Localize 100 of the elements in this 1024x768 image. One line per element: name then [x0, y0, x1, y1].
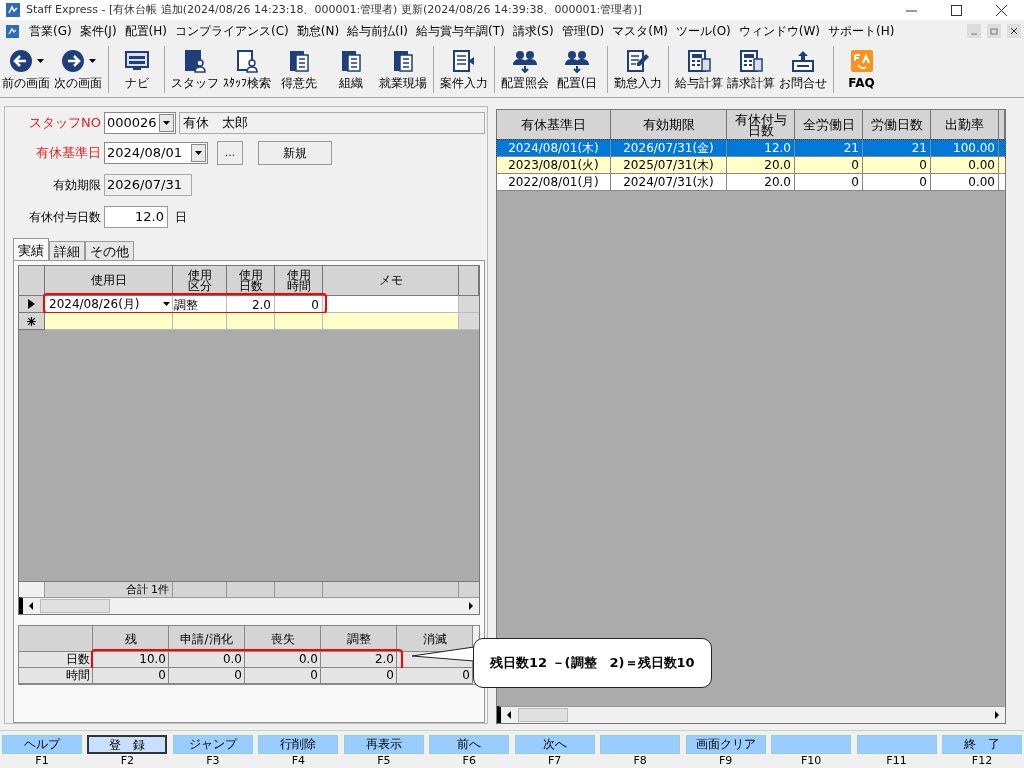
- menu-item[interactable]: 給与賞与年調(T): [411, 22, 509, 40]
- document-arrow-icon: [452, 48, 476, 73]
- unit-label: 日: [175, 209, 187, 226]
- menu-item[interactable]: 管理(D): [557, 22, 609, 40]
- toolbar-button[interactable]: 得意先: [273, 46, 325, 93]
- new-button[interactable]: 新規: [258, 141, 332, 165]
- close-button[interactable]: [996, 4, 1007, 16]
- row-header: 日数: [19, 652, 93, 668]
- toolbar-button[interactable]: 請求計算: [725, 46, 777, 93]
- document-icon: [6, 24, 19, 38]
- menu-item[interactable]: 勤怠(N): [292, 22, 344, 40]
- function-key-button[interactable]: 行削除: [258, 735, 339, 754]
- toolbar-button[interactable]: 給与計算: [668, 46, 725, 93]
- restore-button[interactable]: [987, 24, 1001, 38]
- window-title: Staff Express - [有休台帳 追加(2024/08/26 14:23:18、000001:管理者) 更新(2024/08/26 14:39:38、000001:管理者)]: [26, 1, 642, 18]
- menu-item[interactable]: サポート(H): [824, 22, 899, 40]
- staff-number-select[interactable]: 000026: [104, 112, 176, 134]
- menu-item[interactable]: ツール(O): [672, 22, 735, 40]
- function-key-button[interactable]: 画面クリア: [685, 735, 766, 754]
- row-selector[interactable]: [19, 296, 45, 313]
- toolbar-button[interactable]: 前の画面: [0, 46, 52, 93]
- function-key-button[interactable]: 再表示: [343, 735, 424, 754]
- toolbar-button[interactable]: 就業現場: [377, 46, 429, 93]
- toolbar-button[interactable]: 配置照会: [494, 46, 551, 93]
- table-cell: 0: [795, 174, 863, 191]
- calculator-icon: [687, 48, 711, 73]
- key-label: F9: [718, 754, 733, 768]
- base-date-select[interactable]: 2024/08/01: [104, 142, 208, 164]
- toolbar-button[interactable]: お問合せ: [777, 46, 829, 93]
- footer-cell: [19, 582, 45, 597]
- field-label: スタッフNO: [28, 114, 101, 133]
- menu-item[interactable]: コンプライアンス(C): [170, 22, 293, 40]
- menu-item[interactable]: ウィンドウ(W): [734, 22, 825, 40]
- row-selector[interactable]: [19, 313, 45, 330]
- table-cell: [275, 313, 323, 330]
- menu-item[interactable]: マスタ(M): [608, 22, 672, 40]
- new-row-icon: [27, 316, 36, 326]
- function-key-button[interactable]: ジャンプ: [172, 735, 253, 754]
- menu-item[interactable]: 案件(J): [75, 22, 121, 40]
- table-row[interactable]: 2022/08/01(月) 2024/07/31(水) 20.0 0 0 0.00: [497, 174, 1005, 191]
- column-header: 有休基準日: [497, 110, 611, 140]
- caret-icon: [163, 121, 170, 125]
- toolbar-button[interactable]: 配置(日: [551, 46, 603, 93]
- menu-item[interactable]: 請求(S): [508, 22, 558, 40]
- table-cell: 0: [245, 668, 321, 684]
- caret-icon: [163, 302, 170, 306]
- toolbar-button[interactable]: ｽﾀｯﾌ検索: [221, 46, 273, 93]
- dropdown-button[interactable]: [159, 114, 174, 132]
- horizontal-scrollbar[interactable]: [19, 597, 479, 614]
- browse-button[interactable]: ...: [217, 141, 243, 165]
- column-header: 使用日数: [227, 266, 275, 296]
- toolbar-button[interactable]: 組織: [325, 46, 377, 93]
- table-row[interactable]: 2023/08/01(火) 2025/07/31(木) 20.0 0 0 0.00: [497, 157, 1005, 174]
- table-cell: 0: [321, 668, 397, 684]
- staff-name-field: 有休 太郎: [179, 112, 485, 134]
- column-header: 申請/消化: [169, 626, 245, 652]
- date-cell[interactable]: [45, 313, 173, 330]
- faq-icon: [849, 48, 874, 73]
- table-cell: 0: [93, 668, 169, 684]
- toolbar-button[interactable]: 案件入力: [433, 46, 490, 93]
- table-cell: 0: [169, 668, 245, 684]
- table-cell: 2.0: [321, 652, 397, 668]
- table-cell: 0.0: [245, 652, 321, 668]
- field-label: 有効期限: [52, 177, 101, 194]
- table-cell: 0.00: [931, 174, 999, 191]
- function-key-button[interactable]: 次へ: [514, 735, 595, 754]
- table-cell: 0: [397, 668, 473, 684]
- tab[interactable]: 詳細: [49, 241, 85, 260]
- function-key-button[interactable]: 登 録: [87, 735, 168, 754]
- scrollbar-thumb[interactable]: [518, 708, 568, 722]
- menu-item[interactable]: 給与前払(I): [343, 22, 412, 40]
- close-button[interactable]: [1007, 24, 1021, 38]
- toolbar-button[interactable]: スタッフ: [164, 46, 221, 93]
- scrollbar-thumb[interactable]: [40, 599, 110, 613]
- table-row[interactable]: 2024/08/01(木) 2026/07/31(金) 12.0 21 21 100.00: [497, 140, 1005, 157]
- column-header: 使用時間: [275, 266, 323, 296]
- function-key-button[interactable]: 前へ: [429, 735, 510, 754]
- toolbar-button[interactable]: ナビ: [108, 46, 160, 93]
- horizontal-scrollbar[interactable]: [497, 706, 1005, 723]
- grant-days-field[interactable]: 12.0: [104, 206, 168, 228]
- menu-item[interactable]: 営業(G): [25, 22, 76, 40]
- menu-item[interactable]: 配置(H): [120, 22, 171, 40]
- toolbar-button[interactable]: 次の画面: [52, 46, 104, 93]
- tab[interactable]: 実績: [13, 238, 49, 260]
- maximize-button[interactable]: [951, 4, 962, 16]
- toolbar-button[interactable]: FAQ: [833, 46, 885, 93]
- function-key-button[interactable]: ヘルプ: [2, 735, 82, 754]
- callout-pointer: [412, 646, 474, 662]
- table-cell: [173, 313, 227, 330]
- key-label: F4: [291, 754, 305, 768]
- function-key-button[interactable]: 終 了: [942, 735, 1022, 754]
- dropdown-button[interactable]: [191, 144, 206, 162]
- table-cell: 20.0: [727, 174, 795, 191]
- people-icon: [512, 48, 538, 73]
- key-label: F1: [35, 754, 49, 768]
- toolbar-button[interactable]: 勤怠入力: [607, 46, 664, 93]
- tab[interactable]: その他: [85, 241, 134, 260]
- key-label: F2: [120, 754, 135, 768]
- key-label: F8: [633, 754, 647, 768]
- minimize-button[interactable]: [967, 24, 981, 38]
